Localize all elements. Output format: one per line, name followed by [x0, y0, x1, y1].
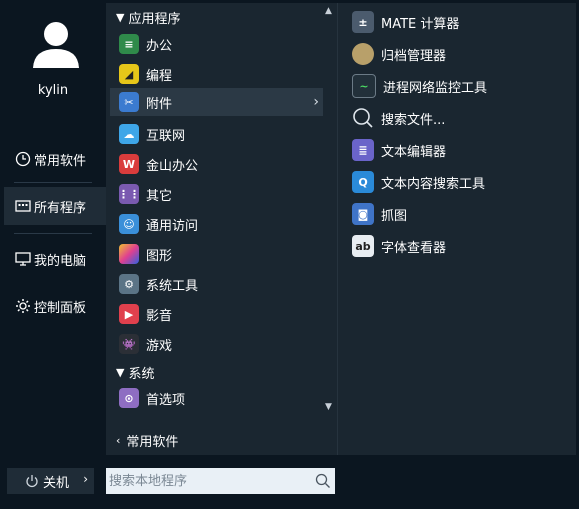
wps-icon: W: [119, 154, 139, 174]
screenshot-icon: ◙: [352, 203, 374, 225]
category-panel: ▼ 应用程序 ▲ ≡ 办公 ◢ 编程 ✂ 附件 › ☁ 互联网 W 金山办公 ⋮…: [106, 3, 338, 455]
scroll-up-arrow-icon[interactable]: ▲: [325, 6, 332, 16]
network-monitor-icon: ~: [352, 74, 376, 98]
power-icon: [26, 475, 38, 488]
accessories-icon: ✂: [119, 92, 139, 112]
category-header-system[interactable]: ▼ 系统: [116, 363, 154, 382]
username: kylin: [37, 83, 69, 98]
category-multimedia[interactable]: ▶ 影音: [110, 300, 323, 328]
app-network-monitor[interactable]: ~ 进程网络监控工具: [352, 71, 487, 101]
calculator-icon: ±: [352, 11, 374, 33]
nav-label: 所有程序: [34, 200, 87, 216]
apps-grid-icon: [15, 200, 31, 212]
apps-panel: ± MATE 计算器 归档管理器 ~ 进程网络监控工具 搜索文件... ≣ 文本…: [338, 3, 576, 455]
chevron-right-icon: ›: [313, 94, 319, 110]
collapse-triangle-icon: ▼: [116, 366, 125, 379]
nav-label: 我的电脑: [34, 253, 87, 269]
search-box[interactable]: [106, 468, 335, 494]
app-calculator[interactable]: ± MATE 计算器: [352, 7, 459, 37]
collapse-triangle-icon: ▼: [116, 11, 125, 24]
app-archive-manager[interactable]: 归档管理器: [352, 39, 446, 69]
preferences-icon: ⊙: [119, 388, 139, 408]
nav-control-panel[interactable]: 控制面板: [4, 287, 106, 325]
app-text-search[interactable]: Q 文本内容搜索工具: [352, 167, 485, 197]
programming-icon: ◢: [119, 64, 139, 84]
multimedia-icon: ▶: [119, 304, 139, 324]
category-accessibility[interactable]: ☺ 通用访问: [110, 210, 323, 238]
search-input[interactable]: [106, 468, 309, 494]
category-header-applications[interactable]: ▼ 应用程序: [116, 8, 180, 27]
category-games[interactable]: 👾 游戏: [110, 330, 323, 358]
accessibility-icon: ☺: [119, 214, 139, 234]
office-icon: ≡: [119, 34, 139, 54]
chevron-left-icon: ‹: [116, 434, 121, 447]
scroll-down-arrow-icon[interactable]: ▼: [325, 402, 332, 412]
nav-divider: [14, 233, 92, 234]
app-text-editor[interactable]: ≣ 文本编辑器: [352, 135, 446, 165]
graphics-icon: [119, 244, 139, 264]
shutdown-button[interactable]: 关机 ›: [7, 468, 94, 494]
text-editor-icon: ≣: [352, 139, 374, 161]
search-icon[interactable]: [315, 473, 331, 489]
nav-divider: [14, 182, 92, 183]
nav-label: 控制面板: [34, 300, 87, 316]
archive-icon: [352, 43, 374, 65]
text-search-icon: Q: [352, 171, 374, 193]
back-to-favorites-button[interactable]: ‹ 常用软件: [116, 431, 178, 450]
system-tools-icon: ⚙: [119, 274, 139, 294]
category-graphics[interactable]: 图形: [110, 240, 323, 268]
category-office[interactable]: ≡ 办公: [110, 30, 323, 58]
games-icon: 👾: [119, 334, 139, 354]
nav-all-programs[interactable]: 所有程序: [4, 187, 106, 225]
left-panel: kylin 常用软件 所有程序 我的电脑 控制面板: [0, 0, 106, 465]
gear-icon: [16, 299, 30, 313]
font-viewer-icon: ab: [352, 235, 374, 257]
category-accessories[interactable]: ✂ 附件 ›: [110, 88, 323, 116]
search-icon: [353, 108, 373, 128]
category-wps[interactable]: W 金山办公: [110, 150, 323, 178]
nav-my-computer[interactable]: 我的电脑: [4, 240, 106, 278]
category-system-tools[interactable]: ⚙ 系统工具: [110, 270, 323, 298]
category-other[interactable]: ⋮⋮ 其它: [110, 180, 323, 208]
chevron-right-icon[interactable]: ›: [83, 472, 88, 486]
nav-favorites[interactable]: 常用软件: [4, 140, 106, 178]
app-search-files[interactable]: 搜索文件...: [352, 103, 445, 133]
monitor-icon: [15, 252, 31, 266]
internet-cloud-icon: ☁: [119, 124, 139, 144]
other-apps-icon: ⋮⋮: [118, 184, 140, 204]
nav-label: 常用软件: [34, 153, 87, 169]
category-internet[interactable]: ☁ 互联网: [110, 120, 323, 148]
user-avatar-icon[interactable]: [28, 16, 84, 72]
clock-icon: [15, 151, 31, 167]
category-preferences[interactable]: ⊙ 首选项: [110, 384, 323, 412]
app-font-viewer[interactable]: ab 字体查看器: [352, 231, 446, 261]
app-screenshot[interactable]: ◙ 抓图: [352, 199, 407, 229]
category-programming[interactable]: ◢ 编程: [110, 60, 323, 88]
